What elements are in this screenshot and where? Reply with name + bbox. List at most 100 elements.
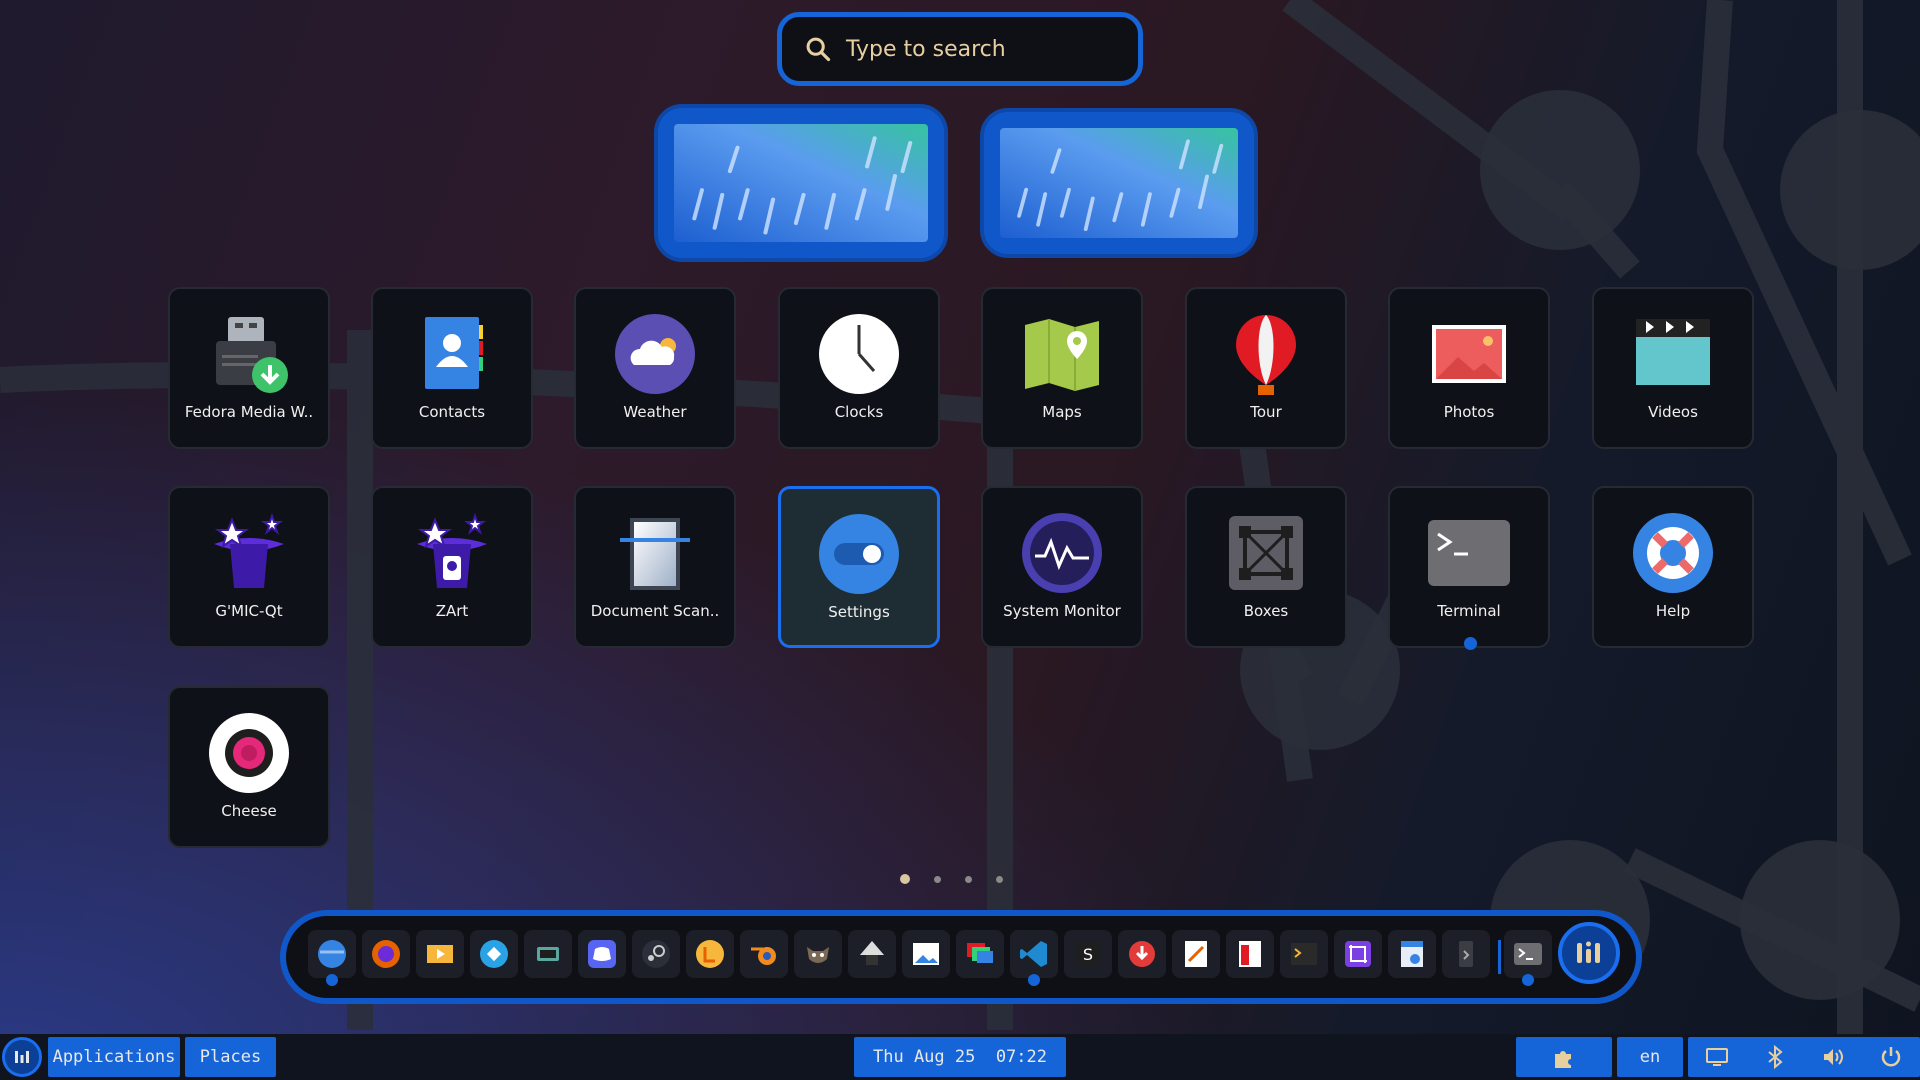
dock-files[interactable] (308, 930, 356, 986)
running-indicator (1464, 637, 1477, 650)
extensions-icon (1555, 1051, 1571, 1068)
tour-balloon-icon (1236, 315, 1296, 395)
terminal-icon (1514, 943, 1542, 965)
app-label: Contacts (418, 403, 486, 421)
dock-simplenote[interactable]: S (1064, 930, 1112, 978)
dock-terminal-tools[interactable] (1280, 930, 1328, 978)
page-dot-1[interactable] (900, 874, 910, 884)
weather-icon (615, 314, 695, 394)
blender-icon (751, 947, 776, 965)
places-menu[interactable]: Places (185, 1037, 276, 1077)
dock-terminal[interactable] (1504, 930, 1552, 986)
dock-remote-desktop[interactable] (956, 930, 1004, 978)
lutris-icon (696, 940, 724, 968)
dock-discord[interactable] (578, 930, 626, 978)
app-label: Photos (1443, 403, 1495, 421)
app-tile-terminal[interactable]: Terminal (1388, 486, 1550, 650)
clock[interactable]: Thu Aug 25 07:22 (854, 1037, 1066, 1077)
bluetooth-icon (1768, 1045, 1783, 1069)
app-tile-maps[interactable]: Maps (981, 287, 1143, 449)
simplenote-icon: S (1075, 941, 1101, 967)
app-tile-system-monitor[interactable]: System Monitor (981, 486, 1143, 648)
dock-blender[interactable] (740, 930, 788, 978)
search-input[interactable]: Type to search (846, 37, 1006, 62)
app-tile-fedora-media-writer[interactable]: Fedora Media W.. (168, 287, 330, 449)
app-label: Maps (1042, 403, 1082, 421)
app-tile-cheese[interactable]: Cheese (168, 686, 330, 848)
dock-firefox[interactable] (362, 930, 410, 978)
app-label: Cheese (221, 802, 277, 820)
terminal-icon (1428, 520, 1510, 586)
app-tile-contacts[interactable]: Contacts (371, 287, 533, 449)
app-tile-settings[interactable]: Settings (778, 486, 940, 648)
app-tile-gmic-qt[interactable]: G'MIC-Qt (168, 486, 330, 648)
page-dot-4[interactable] (996, 875, 1003, 883)
kodi-icon (480, 940, 508, 968)
grid-bars-icon (15, 1051, 29, 1063)
document-scanner-icon (620, 518, 690, 590)
grid-bars-icon (1577, 941, 1600, 963)
dock-kodi[interactable] (470, 930, 518, 978)
app-tile-videos[interactable]: Videos (1592, 287, 1754, 449)
remote-desktop-icon (967, 943, 993, 963)
dock-vm-manager[interactable] (524, 930, 572, 978)
app-tile-zart[interactable]: ZArt (371, 486, 533, 648)
activities-button[interactable] (2, 1037, 42, 1077)
dock-lutris[interactable] (686, 930, 734, 978)
inkscape-icon (860, 941, 884, 965)
dock-separator (1498, 940, 1501, 974)
usb-writer-icon (1459, 941, 1473, 967)
dock-steam[interactable] (632, 930, 680, 978)
dock-image-viewer[interactable] (902, 930, 950, 978)
app-tile-help[interactable]: Help (1592, 486, 1754, 648)
workspace-wallpaper-preview (1000, 128, 1238, 238)
app-label: Settings (828, 603, 890, 621)
dock-disk-usage[interactable] (1388, 930, 1436, 978)
workspace-wallpaper-preview (674, 124, 928, 242)
gimp-icon (807, 947, 829, 963)
cheese-icon (209, 713, 289, 793)
app-tile-photos[interactable]: Photos (1388, 287, 1550, 449)
app-label: Videos (1648, 403, 1698, 421)
app-tile-tour[interactable]: Tour (1185, 287, 1347, 449)
dock-usb-writer[interactable] (1442, 930, 1490, 978)
app-tile-weather[interactable]: Weather (574, 287, 736, 449)
svg-text:S: S (1083, 945, 1093, 964)
workspace-thumbnail-2[interactable] (980, 108, 1258, 258)
dock-downloader[interactable] (1118, 930, 1166, 978)
show-applications-button[interactable] (1558, 922, 1620, 984)
power-icon (1881, 1047, 1901, 1067)
dock-inkscape[interactable] (848, 930, 896, 978)
applications-menu[interactable]: Applications (48, 1037, 180, 1077)
image-viewer-icon (913, 943, 939, 965)
extensions-button[interactable] (1516, 1037, 1612, 1077)
app-label: G'MIC-Qt (215, 602, 283, 620)
dock-screenshot-crop[interactable] (1334, 930, 1382, 978)
dock-calculator[interactable] (1226, 930, 1274, 978)
disk-usage-icon (1401, 941, 1423, 967)
dock-gimp[interactable] (794, 930, 842, 978)
running-indicator (1028, 974, 1040, 986)
photos-icon (1432, 325, 1506, 383)
search-bar[interactable]: Type to search (777, 12, 1143, 86)
keyboard-layout[interactable]: en (1617, 1037, 1683, 1077)
screenshot-crop-icon (1345, 941, 1371, 967)
dock-vscode[interactable] (1010, 930, 1058, 986)
page-dot-3[interactable] (965, 875, 972, 883)
dock-media-player[interactable] (416, 930, 464, 978)
downloader-icon (1129, 941, 1155, 967)
app-tile-document-scanner[interactable]: Document Scan.. (574, 486, 736, 648)
gmic-qt-icon (214, 512, 284, 588)
zart-icon (417, 512, 487, 588)
workspace-thumbnail-1[interactable] (654, 104, 948, 262)
clocks-icon (819, 314, 899, 394)
app-tile-clocks[interactable]: Clocks (778, 287, 940, 449)
app-label: System Monitor (1003, 602, 1121, 620)
discord-icon (588, 940, 616, 968)
app-tile-boxes[interactable]: Boxes (1185, 486, 1347, 648)
app-label: Clocks (834, 403, 884, 421)
vm-manager-icon (537, 947, 559, 961)
dock-text-editor[interactable] (1172, 930, 1220, 978)
page-dot-2[interactable] (934, 875, 941, 883)
system-tray[interactable] (1688, 1037, 1920, 1077)
